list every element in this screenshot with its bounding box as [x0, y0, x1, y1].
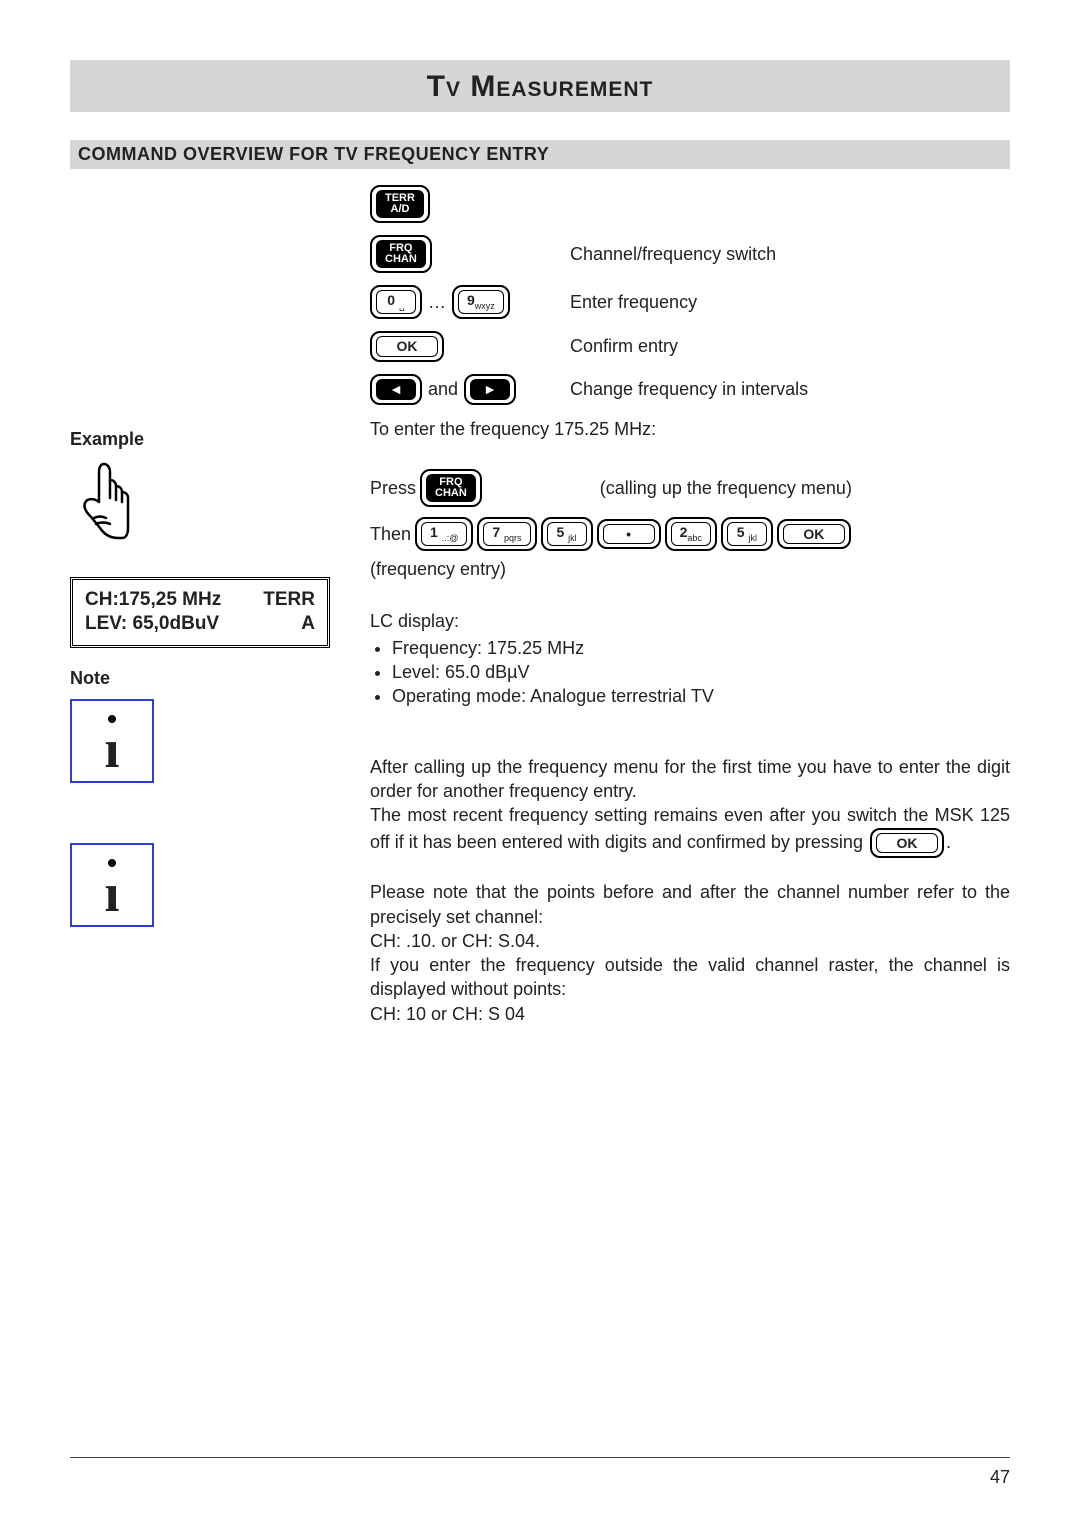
key-7-label: 7 — [492, 524, 500, 540]
key-ok: OK — [777, 519, 851, 550]
key-frq-chan: FRQ CHAN — [370, 235, 432, 273]
ellipsis: … — [428, 290, 446, 314]
lcd-line1-right: TERR — [263, 588, 315, 613]
key-frq-line2: CHAN — [435, 487, 467, 499]
left-arrow-icon: ◄ — [376, 379, 416, 400]
page-number: 47 — [990, 1467, 1010, 1488]
key-1: 1 ..:@ — [415, 517, 473, 551]
key-left-arrow: ◄ — [370, 374, 422, 405]
cmd-ok-desc: Confirm entry — [570, 334, 1010, 358]
press-desc: (calling up the frequency menu) — [600, 476, 852, 500]
lcd-line2-left: LEV: 65,0dBuV — [85, 612, 221, 637]
note-paragraph-1: After calling up the frequency menu for … — [370, 755, 1010, 804]
page-title: Tv Measurement — [70, 60, 1010, 112]
key-0-sub: ␣ — [399, 301, 405, 311]
key-dot-label: • — [603, 524, 655, 545]
key-0: 0 ␣ — [370, 285, 422, 319]
key-right-arrow: ► — [464, 374, 516, 405]
lcd-bullet-2: Level: 65.0 dBµV — [392, 660, 1010, 684]
hand-pointing-icon — [70, 458, 370, 553]
key-2-sub: abc — [687, 533, 702, 543]
note-p2-b: . — [946, 832, 951, 852]
lcd-display: CH:175,25 MHz LEV: 65,0dBuV TERR A — [70, 577, 330, 648]
then-word: Then — [370, 522, 411, 546]
key-terr-line2: A/D — [391, 203, 410, 215]
note-p3-example: CH: .10. or CH: S.04. — [370, 929, 1010, 953]
cmd-frq-desc: Channel/frequency switch — [570, 242, 1010, 266]
lcd-line2-right: A — [263, 612, 315, 637]
info-icon: ı — [70, 843, 154, 927]
note-p4-example: CH: 10 or CH: S 04 — [370, 1002, 1010, 1026]
key-9: 9wxyz — [452, 285, 510, 319]
example-label: Example — [70, 429, 370, 450]
press-word: Press — [370, 476, 416, 500]
key-dot: • — [597, 519, 661, 550]
lcd-bullet-3: Operating mode: Analogue terrestrial TV — [392, 684, 1010, 708]
key-ok-label: OK — [876, 833, 938, 854]
key-1-label: 1 — [430, 524, 438, 540]
key-frq-line2: CHAN — [385, 253, 417, 265]
key-7-sub: pqrs — [504, 533, 522, 543]
key-0-label: 0 — [387, 292, 395, 308]
key-5-sub: jkl — [568, 533, 577, 543]
note-label: Note — [70, 668, 370, 689]
key-2: 2abc — [665, 517, 717, 551]
key-5: 5 jkl — [721, 517, 773, 551]
key-5b-label: 5 — [737, 524, 745, 540]
key-5: 5 jkl — [541, 517, 593, 551]
key-ok-label: OK — [376, 336, 438, 357]
section-heading: Command Overview for TV Frequency Entry — [70, 140, 1010, 169]
key-ok: OK — [370, 331, 444, 362]
lcd-line1-left: CH:175,25 MHz — [85, 588, 221, 613]
key-ok-label: OK — [783, 524, 845, 545]
key-terr-ad: TERR A/D — [370, 185, 430, 223]
freq-entry-note: (frequency entry) — [370, 557, 1010, 581]
cmd-arrows-desc: Change frequency in intervals — [570, 377, 1010, 401]
note-paragraph-3: Please note that the points before and a… — [370, 880, 1010, 929]
key-9-sub: wxyz — [475, 301, 495, 311]
note-paragraph-2: The most recent frequency setting remain… — [370, 803, 1010, 858]
key-1-sub: ..:@ — [442, 533, 459, 543]
key-5-label: 5 — [556, 524, 564, 540]
example-intro: To enter the frequency 175.25 MHz: — [370, 417, 1010, 441]
key-ok: OK — [870, 828, 944, 859]
lcd-heading: LC display: — [370, 609, 1010, 633]
right-arrow-icon: ► — [470, 379, 510, 400]
and-word: and — [428, 377, 458, 401]
key-9-label: 9 — [467, 292, 475, 308]
cmd-digits-desc: Enter frequency — [570, 290, 1010, 314]
footer-rule — [70, 1457, 1010, 1458]
key-frq-chan: FRQ CHAN — [420, 469, 482, 507]
key-5b-sub: jkl — [748, 533, 757, 543]
lcd-bullet-1: Frequency: 175.25 MHz — [392, 636, 1010, 660]
key-7: 7 pqrs — [477, 517, 536, 551]
note-paragraph-4: If you enter the frequency outside the v… — [370, 953, 1010, 1002]
info-icon: ı — [70, 699, 154, 783]
